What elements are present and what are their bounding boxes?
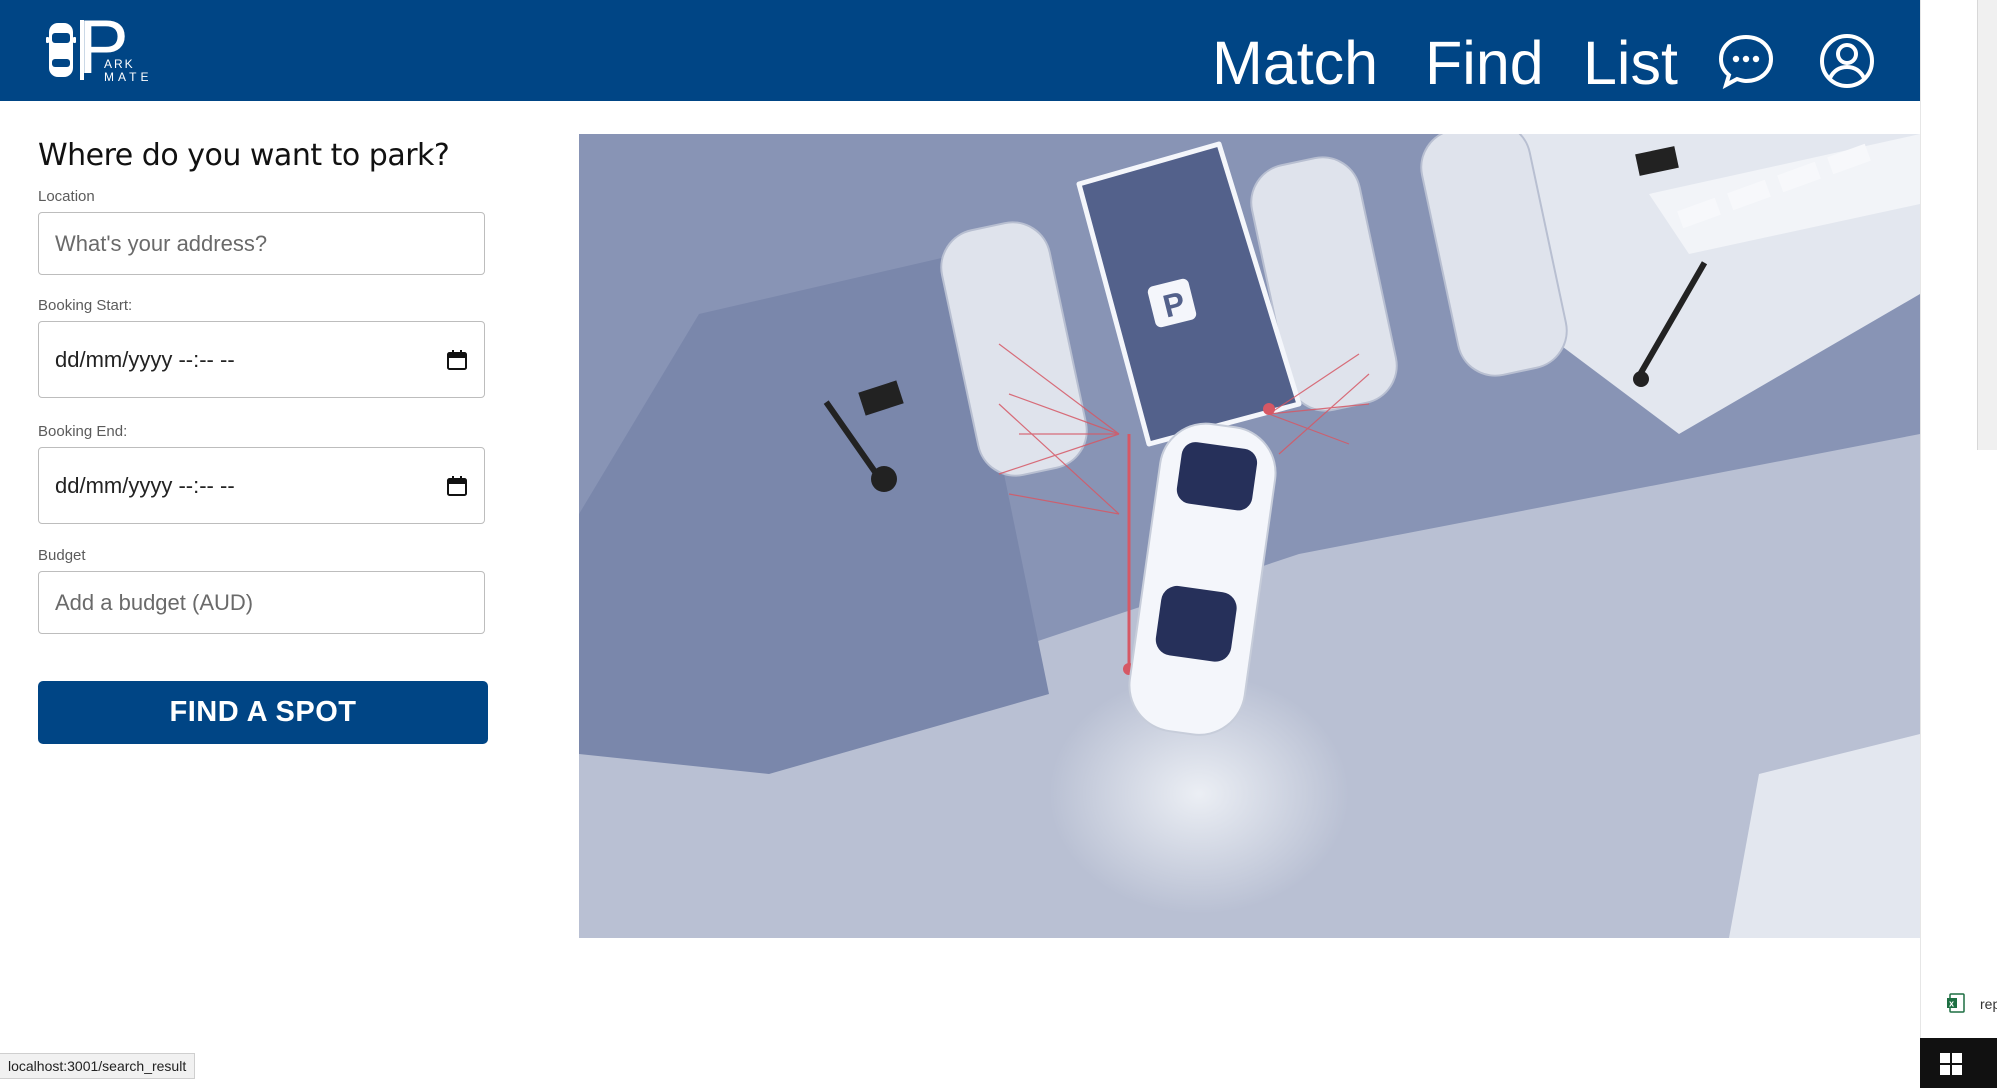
nav-link-match[interactable]: Match [1212, 28, 1378, 98]
booking-end-label: Booking End: [38, 423, 128, 440]
parkmate-logo[interactable]: P ARK MATE [46, 10, 161, 86]
excel-file-icon[interactable]: x [1946, 993, 1966, 1013]
windows-start-icon[interactable] [1940, 1053, 1962, 1075]
user-account-icon[interactable] [1818, 32, 1876, 90]
calendar-icon[interactable] [446, 475, 468, 497]
budget-placeholder: Add a budget (AUD) [55, 589, 254, 615]
search-form: Where do you want to park? Location What… [38, 136, 491, 744]
booking-start-value: dd/mm/yyyy --:-- -- [55, 346, 235, 372]
page-title: Where do you want to park? [38, 138, 450, 173]
svg-text:x: x [1949, 999, 1954, 1009]
hero-parking-illustration: P [579, 134, 1920, 938]
budget-label: Budget [38, 547, 86, 564]
booking-start-input[interactable]: dd/mm/yyyy --:-- -- [38, 321, 485, 398]
location-label: Location [38, 188, 95, 205]
find-a-spot-button[interactable]: FIND A SPOT [38, 681, 488, 744]
booking-end-value: dd/mm/yyyy --:-- -- [55, 472, 235, 498]
budget-input[interactable]: Add a budget (AUD) [38, 571, 485, 634]
browser-status-url: localhost:3001/search_result [0, 1053, 196, 1079]
location-input[interactable]: What's your address? [38, 212, 485, 275]
car-icon [46, 23, 76, 77]
scrollbar[interactable] [1977, 0, 1997, 450]
parking-scene-image: P [579, 134, 1920, 938]
booking-start-label: Booking Start: [38, 297, 133, 314]
booking-end-input[interactable]: dd/mm/yyyy --:-- -- [38, 447, 485, 524]
download-filename[interactable]: rep [1980, 996, 1997, 1012]
top-navbar: P ARK MATE Match Find List [0, 0, 1920, 101]
calendar-icon[interactable] [446, 349, 468, 371]
location-placeholder: What's your address? [55, 230, 268, 256]
chat-bubble-icon[interactable] [1717, 32, 1775, 90]
nav-link-list[interactable]: List [1583, 28, 1678, 98]
nav-link-find[interactable]: Find [1425, 28, 1544, 98]
logo-text-line1: ARK [104, 57, 135, 71]
logo-text-line2: MATE [104, 70, 153, 84]
